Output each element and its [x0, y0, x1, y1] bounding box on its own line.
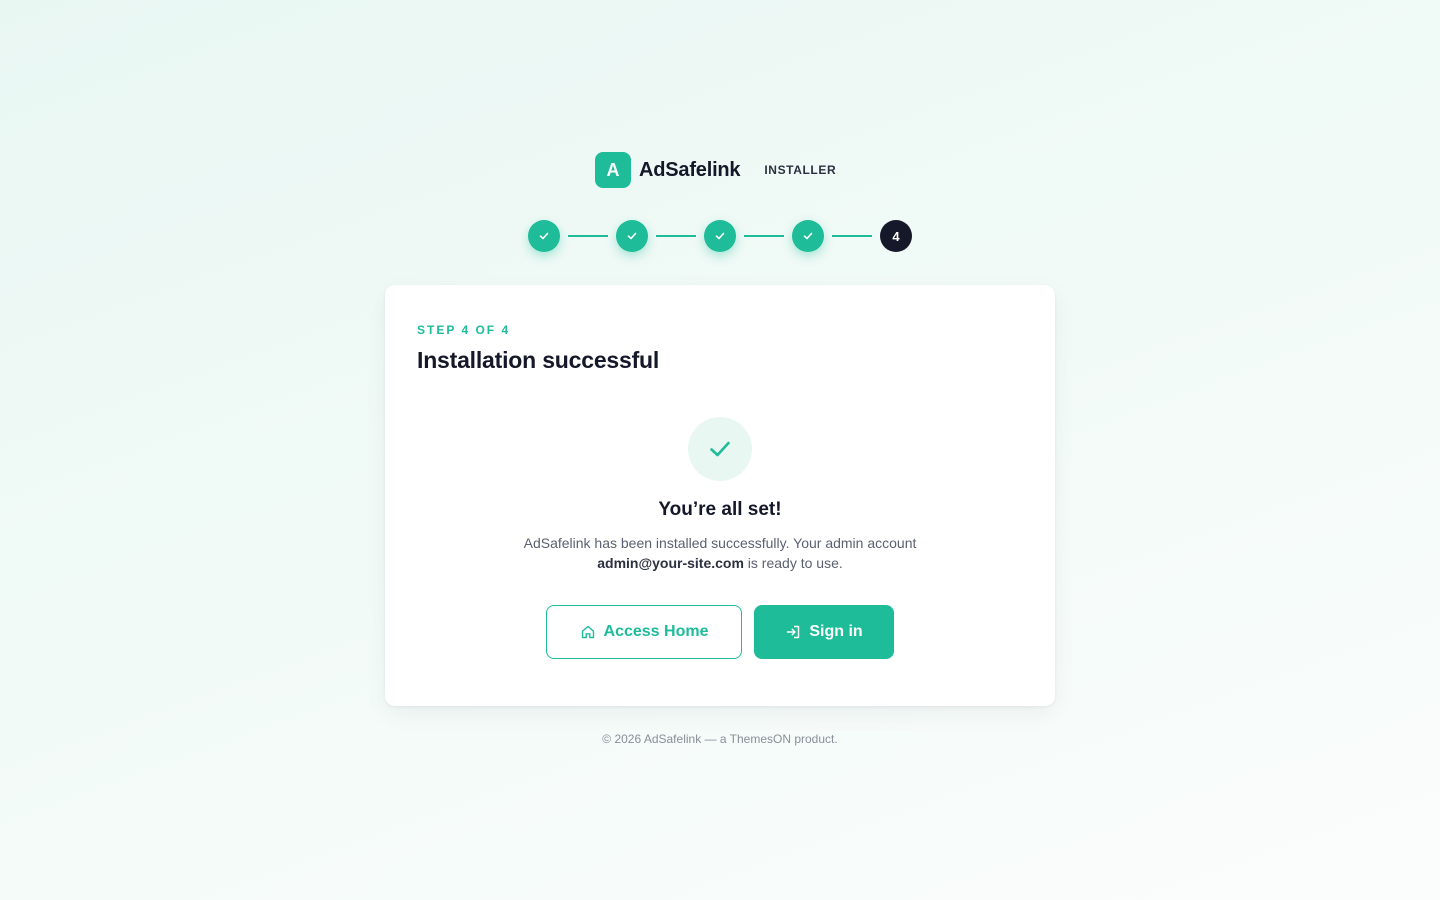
logo: A	[595, 152, 631, 188]
footer-copyright: © 2026 AdSafelink — a ThemesON product.	[602, 732, 838, 746]
success-badge	[688, 417, 752, 481]
step-current: 4	[880, 220, 912, 252]
brand-name: AdSafelink	[639, 158, 741, 181]
step-label: STEP 4 OF 4	[417, 323, 511, 337]
installer-card: STEP 4 OF 4 Installation successful You’…	[385, 285, 1055, 706]
progress-stepper: 4	[528, 220, 912, 252]
step-2-complete	[616, 220, 648, 252]
brand-header: A AdSafelink INSTALLER	[595, 152, 836, 188]
access-home-button[interactable]: Access Home	[546, 605, 742, 659]
sign-in-button[interactable]: Sign in	[754, 605, 894, 659]
check-icon	[539, 232, 549, 240]
step-3-complete	[704, 220, 736, 252]
step-connector	[832, 235, 872, 237]
action-buttons: Access Home Sign in	[546, 605, 894, 659]
description-line-2: admin@your-site.com is ready to use.	[385, 553, 1055, 573]
step-4-complete	[792, 220, 824, 252]
check-icon	[803, 232, 813, 240]
card-title: Installation successful	[417, 347, 660, 373]
step-1-complete	[528, 220, 560, 252]
description-suffix: is ready to use.	[743, 555, 843, 571]
step-connector	[568, 235, 608, 237]
success-check-icon	[710, 441, 730, 457]
sign-in-icon	[785, 624, 801, 640]
success-heading: You’re all set!	[658, 499, 782, 520]
sign-in-label: Sign in	[809, 623, 863, 640]
admin-email: admin@your-site.com	[597, 555, 744, 571]
step-connector	[744, 235, 784, 237]
access-home-label: Access Home	[603, 623, 709, 640]
success-description: AdSafelink has been installed successful…	[385, 533, 1055, 573]
step-connector	[656, 235, 696, 237]
installer-tag: INSTALLER	[764, 163, 837, 177]
description-line-1: AdSafelink has been installed successful…	[523, 535, 917, 551]
check-icon	[715, 232, 725, 240]
home-icon	[580, 624, 596, 640]
check-icon	[627, 232, 637, 240]
